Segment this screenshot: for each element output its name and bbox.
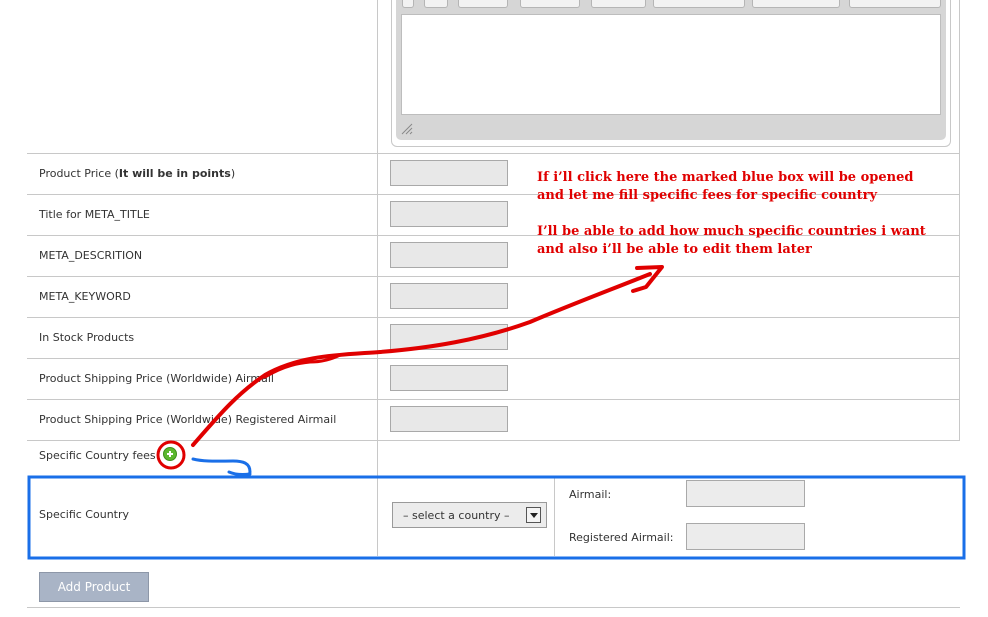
- annotation-line-3: I’ll be able to add how much specific co…: [537, 224, 926, 239]
- annotation-line-1: If i’ll click here the marked blue box w…: [537, 170, 914, 185]
- row-divider: [27, 440, 960, 441]
- table-border-right: [959, 0, 960, 441]
- in-stock-input[interactable]: [390, 324, 508, 350]
- plus-circle-icon[interactable]: [163, 447, 177, 461]
- red-arrowhead: [631, 265, 664, 293]
- label-specific-country: Specific Country: [39, 508, 130, 521]
- label-in-stock: In Stock Products: [39, 331, 135, 344]
- country-select[interactable]: – select a country –: [392, 502, 547, 528]
- toolbar-dropdown[interactable]: [653, 0, 745, 8]
- label-specific-country-fees: Specific Country fees: [39, 449, 156, 462]
- shipping-registered-input[interactable]: [390, 406, 508, 432]
- editor-text-area[interactable]: [401, 14, 941, 115]
- annotation-line-4: and also i’ll be able to edit them later: [537, 242, 812, 257]
- country-registered-input[interactable]: [686, 523, 805, 550]
- toolbar-button[interactable]: [520, 0, 580, 8]
- annotation-line-2: and let me fill specific fees for specif…: [537, 188, 878, 203]
- column-divider: [554, 476, 555, 556]
- label-product-price: Product Price (It will be in points): [39, 167, 236, 180]
- chevron-down-icon[interactable]: [526, 507, 541, 523]
- product-price-input[interactable]: [390, 160, 508, 186]
- toolbar-dropdown[interactable]: [752, 0, 840, 8]
- column-divider: [377, 0, 378, 476]
- label-meta-description: META_DESCRITION: [39, 249, 143, 262]
- shipping-airmail-input[interactable]: [390, 365, 508, 391]
- row-divider: [27, 276, 960, 277]
- meta-title-input[interactable]: [390, 201, 508, 227]
- row-divider: [27, 153, 960, 154]
- blue-arrow: [191, 457, 252, 478]
- add-product-button[interactable]: Add Product: [39, 572, 149, 602]
- label-shipping-airmail: Product Shipping Price (Worldwide) Airma…: [39, 372, 274, 385]
- toolbar-dropdown[interactable]: [849, 0, 941, 8]
- label-meta-keyword: META_KEYWORD: [39, 290, 131, 303]
- blue-arrow-tail: [227, 470, 252, 477]
- toolbar-button[interactable]: [424, 0, 448, 8]
- label-registered-airmail: Registered Airmail:: [569, 531, 674, 544]
- resize-grip-icon[interactable]: [401, 123, 413, 135]
- label-airmail: Airmail:: [569, 488, 612, 501]
- country-select-value: – select a country –: [403, 509, 510, 522]
- label-shipping-registered: Product Shipping Price (Worldwide) Regis…: [39, 413, 337, 426]
- row-divider: [27, 317, 960, 318]
- row-divider: [27, 399, 960, 400]
- table-bottom-border: [27, 607, 960, 608]
- column-divider: [377, 476, 378, 556]
- meta-description-input[interactable]: [390, 242, 508, 268]
- row-divider: [27, 358, 960, 359]
- label-meta-title: Title for META_TITLE: [39, 208, 150, 221]
- country-airmail-input[interactable]: [686, 480, 805, 507]
- meta-keyword-input[interactable]: [390, 283, 508, 309]
- toolbar-dropdown[interactable]: [591, 0, 646, 8]
- toolbar-button[interactable]: [458, 0, 508, 8]
- toolbar-button[interactable]: [402, 0, 414, 8]
